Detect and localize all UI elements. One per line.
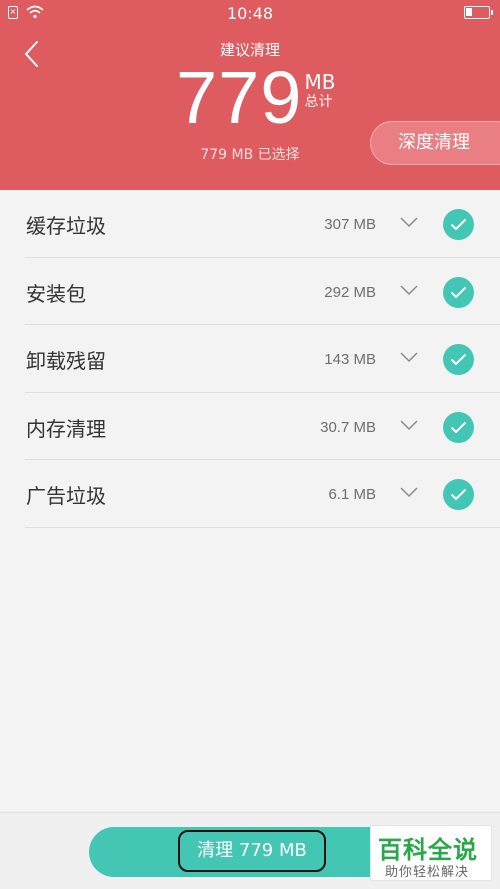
status-time: 10:48 [226, 4, 274, 23]
item-size: 30.7 MB [320, 418, 376, 436]
list-item[interactable]: 广告垃圾 6.1 MB [0, 460, 500, 528]
divider [25, 526, 500, 528]
junk-list: 缓存垃圾 307 MB 安装包 292 MB 卸载残留 143 MB 内存清理 … [0, 190, 500, 528]
item-size: 292 MB [324, 283, 376, 301]
total-size-unit: MB [304, 70, 336, 94]
item-size: 6.1 MB [328, 486, 376, 503]
item-label: 内存清理 [26, 416, 106, 441]
check-icon[interactable] [443, 411, 474, 443]
chevron-down-icon[interactable] [399, 485, 419, 499]
clean-button[interactable]: 清理 779 MB [89, 827, 411, 877]
list-item[interactable]: 卸载残留 143 MB [0, 325, 500, 393]
item-size: 307 MB [324, 216, 376, 233]
check-icon[interactable] [443, 479, 474, 510]
deep-clean-button[interactable]: 深度清理 [370, 121, 500, 165]
check-icon[interactable] [443, 209, 474, 240]
watermark-subtitle: 助你轻松解决 [385, 865, 470, 880]
total-size-number: 779 [176, 56, 303, 139]
item-label: 缓存垃圾 [26, 214, 106, 238]
check-icon[interactable] [443, 344, 474, 375]
total-label: 总计 [304, 94, 333, 110]
check-icon[interactable] [443, 276, 474, 308]
total-size-unit-group: MB 总计 [304, 71, 335, 111]
chevron-down-icon[interactable] [399, 215, 419, 229]
chevron-down-icon[interactable] [399, 283, 419, 297]
battery-icon [464, 6, 493, 19]
battery-level [466, 8, 472, 16]
list-item[interactable]: 缓存垃圾 307 MB [0, 190, 500, 258]
watermark-logo: 百科全说 助你轻松解决 [370, 825, 492, 881]
list-item[interactable]: 安装包 292 MB [0, 258, 500, 325]
header: × 10:48 建议清理 779 MB 总计 779 MB 已选择 深度清理 [0, 0, 500, 190]
chevron-down-icon[interactable] [399, 418, 419, 432]
chevron-down-icon[interactable] [399, 350, 419, 364]
status-bar: × 10:48 [0, 0, 500, 28]
list-item[interactable]: 内存清理 30.7 MB [0, 393, 500, 460]
item-size: 143 MB [324, 351, 376, 368]
total-size: 779 MB 总计 [176, 58, 335, 138]
item-label: 卸载残留 [26, 349, 106, 373]
clean-button-label: 清理 779 MB [178, 830, 326, 872]
watermark-title: 百科全说 [378, 836, 478, 864]
item-label: 广告垃圾 [26, 484, 106, 508]
item-label: 安装包 [26, 281, 86, 306]
